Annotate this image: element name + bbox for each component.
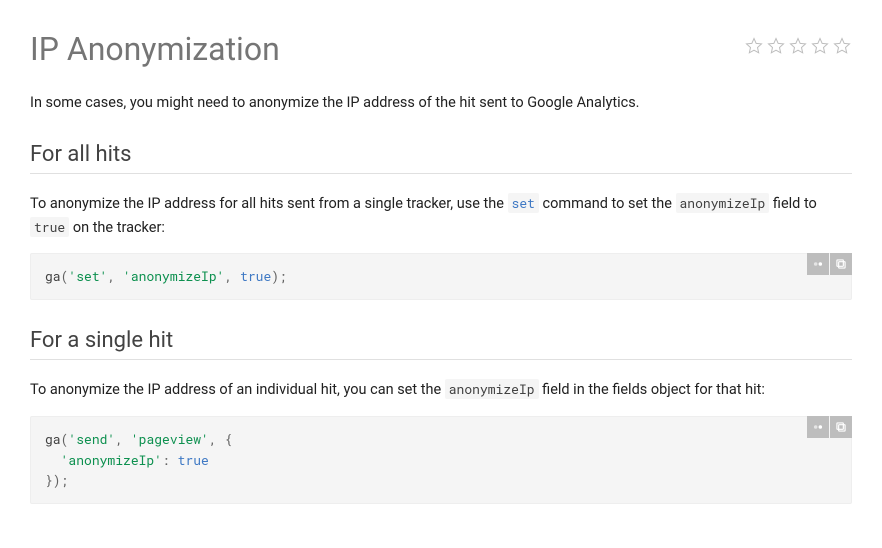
star-icon[interactable] (832, 36, 852, 56)
star-icon[interactable] (810, 36, 830, 56)
text: field to (769, 195, 817, 212)
intro-paragraph: In some cases, you might need to anonymi… (30, 92, 852, 114)
section-body-single-hit: To anonymize the IP address of an indivi… (30, 378, 852, 401)
text: on the tracker: (69, 219, 165, 236)
code-toolbar (807, 416, 852, 438)
copy-button[interactable] (830, 253, 852, 275)
inline-code-anonymizeip: anonymizeIp (676, 193, 770, 213)
rating-widget[interactable] (744, 36, 852, 56)
inline-code-true: true (30, 217, 69, 237)
theme-icon (811, 257, 825, 271)
page-title: IP Anonymization (30, 30, 280, 68)
copy-icon (834, 420, 848, 434)
section-body-all-hits: To anonymize the IP address for all hits… (30, 192, 852, 238)
section-heading-all-hits: For all hits (30, 142, 852, 174)
text: field in the fields object for that hit: (539, 381, 765, 398)
theme-icon (811, 420, 825, 434)
text: command to set the (539, 195, 676, 212)
theme-toggle-button[interactable] (807, 416, 829, 438)
inline-code-set: set (508, 193, 539, 213)
star-icon[interactable] (788, 36, 808, 56)
code-toolbar (807, 253, 852, 275)
code-content: ga('send', 'pageview', { 'anonymizeIp': … (30, 416, 852, 504)
code-block-single-hit: ga('send', 'pageview', { 'anonymizeIp': … (30, 416, 852, 504)
theme-toggle-button[interactable] (807, 253, 829, 275)
code-block-all-hits: ga('set', 'anonymizeIp', true); (30, 253, 852, 300)
star-icon[interactable] (766, 36, 786, 56)
star-icon[interactable] (744, 36, 764, 56)
section-heading-single-hit: For a single hit (30, 328, 852, 360)
text: To anonymize the IP address for all hits… (30, 195, 508, 212)
copy-icon (834, 257, 848, 271)
inline-code-anonymizeip: anonymizeIp (445, 379, 539, 399)
code-content: ga('set', 'anonymizeIp', true); (30, 253, 852, 300)
copy-button[interactable] (830, 416, 852, 438)
text: To anonymize the IP address of an indivi… (30, 381, 445, 398)
